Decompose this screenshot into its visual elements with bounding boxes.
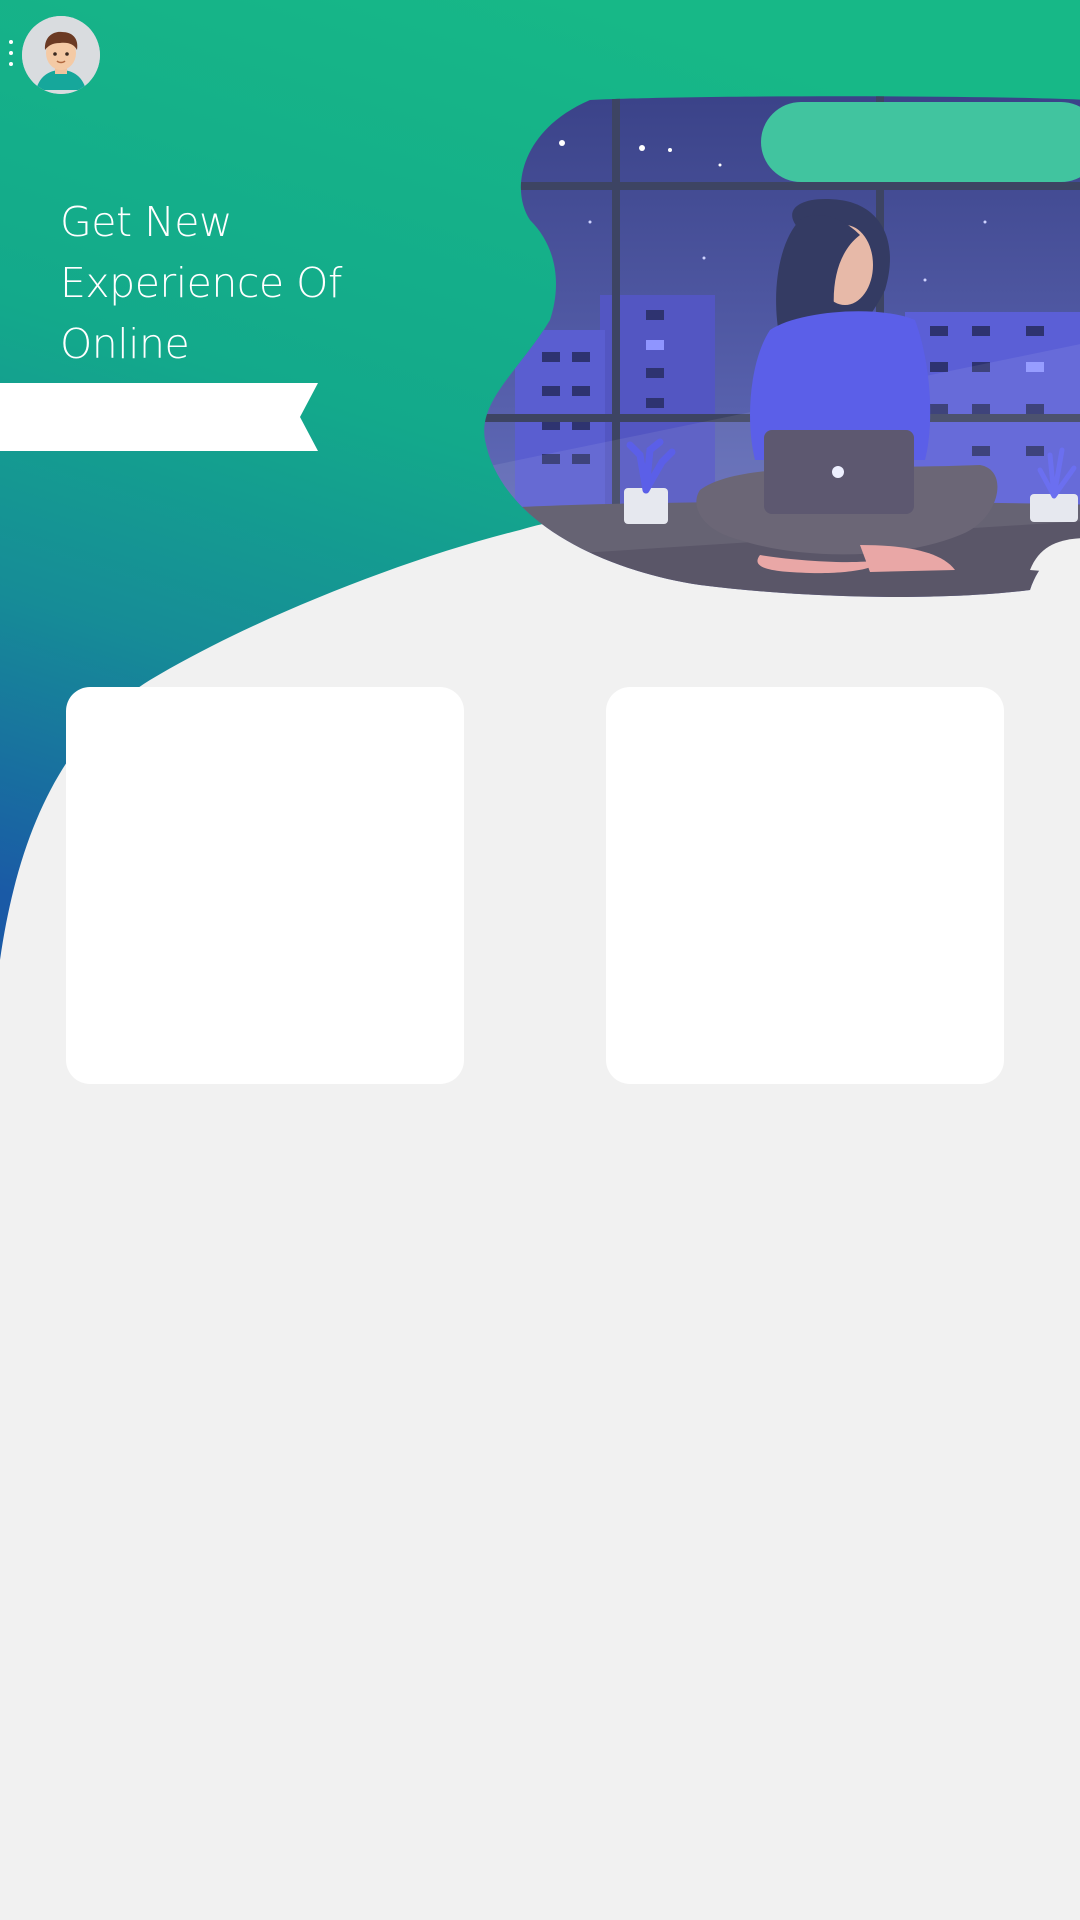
menu-dot	[9, 40, 13, 44]
headline-line-3: Online	[60, 320, 190, 368]
menu-dot	[9, 51, 13, 55]
avatar-icon	[22, 16, 100, 94]
menu-dot	[9, 62, 13, 66]
home-screen: Get New Experience Of Online	[0, 0, 1080, 1920]
ribbon-banner[interactable]	[0, 383, 324, 451]
top-pill-button[interactable]	[761, 102, 1080, 182]
headline-line-2: Experience Of	[60, 259, 342, 307]
headline-line-1: Get New	[60, 198, 233, 246]
more-vert-icon[interactable]	[6, 40, 16, 66]
hero-headline: Get New Experience Of Online	[60, 192, 390, 375]
feature-card-right[interactable]	[606, 687, 1004, 1084]
feature-card-left[interactable]	[66, 687, 464, 1084]
user-avatar[interactable]	[22, 16, 100, 94]
